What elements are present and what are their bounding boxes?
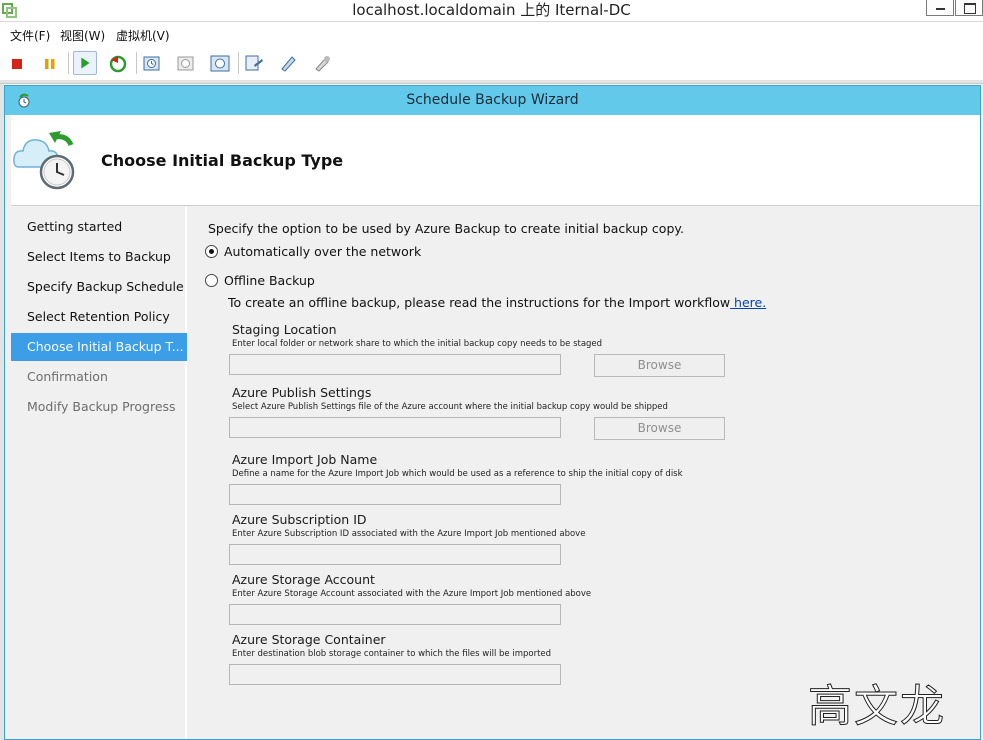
azure-publish-settings-input[interactable]	[229, 417, 561, 438]
wizard-steps-nav: Getting started Select Items to Backup Spe…	[11, 207, 187, 739]
maximize-button[interactable]	[955, 0, 983, 16]
offline-backup-radio[interactable]	[205, 274, 218, 287]
azure-storage-container-label: Azure Storage Container	[232, 632, 386, 647]
wizard-step-1[interactable]: Getting started	[11, 213, 187, 241]
wizard-page-title: Choose Initial Backup Type	[101, 151, 344, 170]
wizard-step-6[interactable]: Confirmation	[11, 363, 187, 391]
toolbar-separator	[68, 52, 69, 74]
stop-icon[interactable]	[5, 51, 29, 75]
staging-location-input[interactable]	[229, 354, 561, 375]
wizard-step-5[interactable]: Choose Initial Backup T...	[11, 333, 187, 361]
vm-titlebar: localhost.localdomain 上的 Iternal-DC	[0, 0, 983, 22]
menu-vm[interactable]: 虚拟机(V)	[116, 26, 170, 46]
azure-subscription-id-input[interactable]	[229, 544, 561, 565]
instruction-text: Specify the option to be used by Azure B…	[208, 221, 684, 236]
toolbar-separator	[238, 52, 239, 74]
azure-storage-account-label: Azure Storage Account	[232, 572, 375, 587]
offline-backup-label[interactable]: Offline Backup	[224, 273, 315, 288]
wizard-step-2[interactable]: Select Items to Backup	[11, 243, 187, 271]
azure-import-job-name-input[interactable]	[229, 484, 561, 505]
minimize-button[interactable]	[926, 0, 954, 16]
cloud-backup-schedule-icon	[13, 131, 75, 190]
snapshot-manager-icon[interactable]	[208, 51, 232, 75]
vm-console-frame	[0, 80, 983, 84]
wizard-step-3[interactable]: Specify Backup Schedule	[11, 273, 187, 301]
pause-icon[interactable]	[38, 51, 62, 75]
azure-subscription-id-label: Azure Subscription ID	[232, 512, 367, 527]
wizard-header: Choose Initial Backup Type	[11, 115, 980, 206]
offline-note-text: To create an offline backup, please read…	[228, 295, 731, 310]
wizard-step-7[interactable]: Modify Backup Progress	[11, 393, 187, 421]
wizard-content: Specify the option to be used by Azure B…	[189, 207, 980, 739]
azure-storage-account-input[interactable]	[229, 604, 561, 625]
azure-storage-container-input[interactable]	[229, 664, 561, 685]
vm-toolbar	[0, 48, 983, 78]
staging-location-browse-button[interactable]: Browse	[594, 354, 725, 377]
menu-view[interactable]: 视图(W)	[60, 26, 105, 46]
vm-window-title: localhost.localdomain 上的 Iternal-DC	[352, 1, 631, 19]
reset-icon[interactable]	[106, 51, 130, 75]
vm-options-icon[interactable]	[310, 51, 334, 75]
wizard-titlebar: Schedule Backup Wizard	[5, 86, 980, 115]
azure-import-job-name-label: Azure Import Job Name	[232, 452, 378, 467]
offline-backup-note: To create an offline backup, please read…	[228, 295, 766, 310]
azure-storage-container-help: Enter destination blob storage container…	[232, 649, 552, 659]
wizard-step-4[interactable]: Select Retention Policy	[11, 303, 187, 331]
toolbar-separator	[136, 52, 137, 74]
azure-import-job-name-help: Define a name for the Azure Import Job w…	[232, 469, 683, 479]
schedule-backup-wizard: Schedule Backup Wizard Choose Initial Ba…	[4, 85, 981, 740]
azure-storage-account-help: Enter Azure Storage Account associated w…	[232, 589, 592, 599]
author-watermark: 高文龙	[808, 681, 946, 733]
vm-tools-icon[interactable]	[276, 51, 300, 75]
wizard-title: Schedule Backup Wizard	[406, 92, 579, 108]
staging-location-help: Enter local folder or network share to w…	[232, 339, 603, 349]
network-backup-label[interactable]: Automatically over the network	[224, 244, 421, 259]
snapshot-revert-icon[interactable]	[174, 51, 198, 75]
menu-file[interactable]: 文件(F)	[10, 26, 50, 46]
azure-publish-settings-help: Select Azure Publish Settings file of th…	[232, 402, 668, 412]
azure-subscription-id-help: Enter Azure Subscription ID associated w…	[232, 529, 586, 539]
azure-publish-settings-label: Azure Publish Settings	[232, 385, 372, 400]
import-workflow-link[interactable]: here.	[730, 295, 766, 310]
staging-location-label: Staging Location	[232, 322, 337, 337]
azure-publish-settings-browse-button[interactable]: Browse	[594, 417, 725, 440]
network-backup-radio[interactable]	[205, 245, 218, 258]
play-icon[interactable]	[73, 51, 97, 75]
vm-settings-icon[interactable]	[242, 51, 266, 75]
snapshot-take-icon[interactable]	[140, 51, 164, 75]
